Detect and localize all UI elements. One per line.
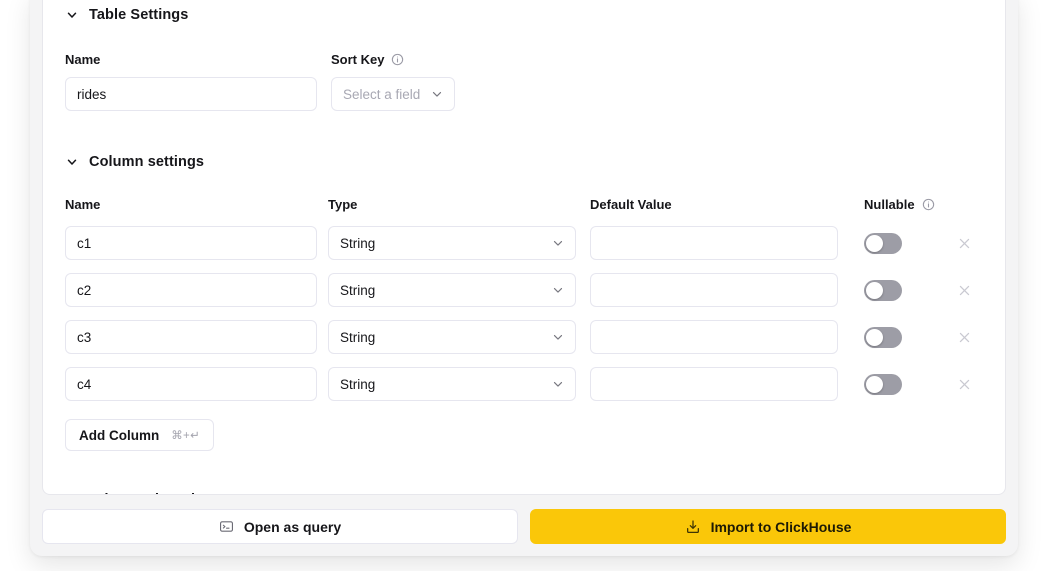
sort-key-label-wrap: Sort Key (331, 50, 455, 68)
column-type-select[interactable]: String (328, 320, 576, 354)
import-to-clickhouse-label: Import to ClickHouse (711, 519, 852, 535)
table-settings-title: Table Settings (89, 7, 188, 23)
table-settings-section-header[interactable]: Table Settings (65, 3, 983, 27)
column-type-cell: String (328, 273, 576, 307)
column-delete-cell (944, 279, 984, 301)
table-settings-fields: Name Sort Key Select a field (65, 50, 983, 111)
column-header-name: Name (65, 195, 317, 213)
sort-key-field-group: Sort Key Select a field (331, 50, 455, 111)
table-name-label: Name (65, 50, 317, 68)
column-nullable-cell (864, 374, 928, 395)
chevron-down-icon (65, 8, 79, 22)
import-settings-modal: Table Settings Name Sort Key (30, 0, 1018, 556)
column-type-value: String (340, 236, 375, 251)
column-nullable-cell (864, 233, 928, 254)
toggle-knob (866, 376, 883, 393)
modal-footer: Open as query Import to ClickHouse (42, 495, 1006, 544)
column-header-type: Type (328, 195, 576, 213)
sort-key-label: Sort Key (331, 52, 384, 67)
table-name-field-group: Name (65, 50, 317, 111)
table-row: String (65, 367, 983, 401)
terminal-icon (219, 519, 234, 534)
nullable-toggle[interactable] (864, 280, 902, 301)
import-to-clickhouse-button[interactable]: Import to ClickHouse (530, 509, 1006, 544)
column-grid-header: Name Type Default Value Nullable (65, 195, 983, 213)
delete-column-button[interactable] (953, 279, 975, 301)
chevron-down-icon (65, 155, 79, 169)
column-type-value: String (340, 283, 375, 298)
chevron-right-icon (65, 493, 79, 495)
delete-column-button[interactable] (953, 232, 975, 254)
column-type-cell: String (328, 320, 576, 354)
column-header-nullable: Nullable (864, 197, 915, 212)
open-as-query-label: Open as query (244, 519, 341, 535)
column-nullable-cell (864, 327, 928, 348)
column-default-value-cell (590, 320, 838, 354)
column-type-select[interactable]: String (328, 226, 576, 260)
column-default-value-cell (590, 226, 838, 260)
column-settings-section: Column settings Name Type Default Value … (65, 150, 983, 451)
chevron-down-icon (551, 330, 565, 344)
column-default-value-input[interactable] (590, 367, 838, 401)
delete-column-button[interactable] (953, 326, 975, 348)
column-nullable-cell (864, 280, 928, 301)
column-default-value-cell (590, 367, 838, 401)
advanced-settings-section-header[interactable]: Advanced Settings (65, 488, 983, 495)
settings-card: Table Settings Name Sort Key (42, 0, 1006, 495)
column-name-cell (65, 273, 317, 307)
column-default-value-input[interactable] (590, 320, 838, 354)
chevron-down-icon (551, 236, 565, 250)
column-name-input[interactable] (65, 367, 317, 401)
column-settings-section-header[interactable]: Column settings (65, 150, 983, 174)
column-name-input[interactable] (65, 226, 317, 260)
advanced-settings-section: Advanced Settings (65, 488, 983, 495)
add-column-button[interactable]: Add Column ⌘+↵ (65, 419, 214, 451)
column-name-cell (65, 367, 317, 401)
sort-key-selected-value: Select a field (343, 87, 420, 102)
column-delete-cell (944, 326, 984, 348)
column-name-input[interactable] (65, 273, 317, 307)
column-header-default-value: Default Value (590, 195, 838, 213)
table-row: String (65, 273, 983, 307)
info-icon[interactable] (922, 198, 935, 211)
add-column-label: Add Column (79, 428, 159, 443)
toggle-knob (866, 235, 883, 252)
column-settings-title: Column settings (89, 154, 204, 170)
delete-column-button[interactable] (953, 373, 975, 395)
column-type-cell: String (328, 367, 576, 401)
column-type-value: String (340, 330, 375, 345)
table-row: String (65, 320, 983, 354)
table-name-input[interactable] (65, 77, 317, 111)
column-delete-cell (944, 373, 984, 395)
column-name-input[interactable] (65, 320, 317, 354)
download-icon (685, 519, 701, 535)
chevron-down-icon (430, 87, 444, 101)
advanced-settings-title: Advanced Settings (89, 492, 221, 495)
sort-key-select[interactable]: Select a field (331, 77, 455, 111)
column-default-value-input[interactable] (590, 226, 838, 260)
nullable-toggle[interactable] (864, 374, 902, 395)
table-row: String (65, 226, 983, 260)
column-type-select[interactable]: String (328, 367, 576, 401)
toggle-knob (866, 329, 883, 346)
column-type-value: String (340, 377, 375, 392)
column-type-select[interactable]: String (328, 273, 576, 307)
toggle-knob (866, 282, 883, 299)
chevron-down-icon (551, 283, 565, 297)
column-delete-cell (944, 232, 984, 254)
column-name-cell (65, 320, 317, 354)
column-default-value-input[interactable] (590, 273, 838, 307)
open-as-query-button[interactable]: Open as query (42, 509, 518, 544)
nullable-toggle[interactable] (864, 233, 902, 254)
column-header-nullable-wrap: Nullable (864, 195, 928, 213)
add-column-shortcut: ⌘+↵ (171, 428, 200, 442)
nullable-toggle[interactable] (864, 327, 902, 348)
column-name-cell (65, 226, 317, 260)
info-icon[interactable] (391, 53, 404, 66)
column-type-cell: String (328, 226, 576, 260)
chevron-down-icon (551, 377, 565, 391)
column-default-value-cell (590, 273, 838, 307)
